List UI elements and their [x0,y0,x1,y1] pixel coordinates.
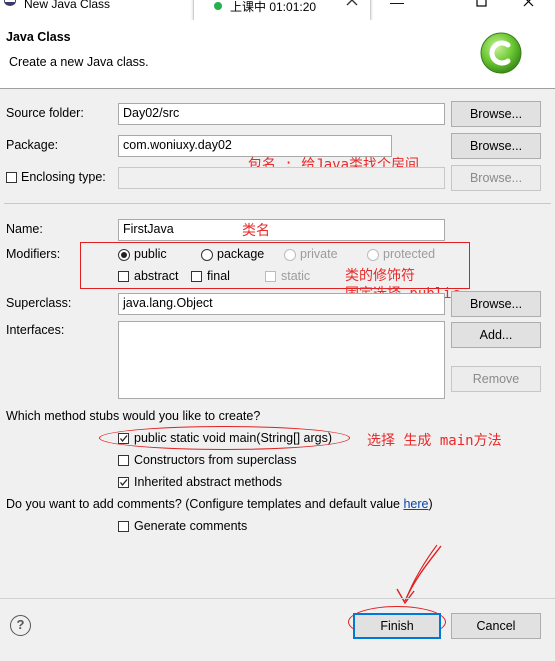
finish-button[interactable]: Finish [353,613,441,639]
checkmark-icon [119,479,128,487]
remove-interface-button: Remove [451,366,541,392]
modifiers-annotation-line1: 类的修饰符 [345,268,415,284]
superclass-field[interactable]: java.lang.Object [118,293,445,315]
superclass-label: Superclass: [6,296,72,310]
superclass-browse-button[interactable]: Browse... [451,291,541,317]
main-method-label: public static void main(String[] args) [134,431,332,445]
constructors-label: Constructors from superclass [134,453,297,467]
meeting-timer-text: 上课中 01:01:20 [230,0,317,14]
enclosing-type-browse-button: Browse... [451,165,541,191]
separator [4,203,551,204]
main-method-annotation: 选择 生成 main方法 [367,433,502,449]
source-folder-field[interactable]: Day02/src [118,103,445,125]
page-subtitle: Create a new Java class. [9,55,149,69]
public-radio[interactable] [118,249,130,261]
checkmark-icon [119,435,128,443]
inherited-methods-checkbox[interactable] [118,477,129,488]
help-icon[interactable]: ? [10,615,31,636]
comments-question-text: Do you want to add comments? (Configure … [6,497,404,511]
package-radio[interactable] [201,249,213,261]
private-radio [284,249,296,261]
constructors-checkbox[interactable] [118,455,129,466]
meeting-timer[interactable]: 上课中 01:01:20 [193,0,371,21]
comments-question-suffix: ) [428,497,433,511]
recording-dot-icon [214,2,222,10]
add-interface-button[interactable]: Add... [451,322,541,348]
configure-templates-link[interactable]: here [403,497,428,511]
footer-separator [0,598,555,599]
protected-radio [367,249,379,261]
generate-comments-checkbox[interactable] [118,521,129,532]
protected-label: protected [383,247,436,261]
interfaces-list[interactable] [118,321,445,399]
private-label: private [300,247,338,261]
close-icon[interactable] [523,0,534,7]
source-folder-label: Source folder: [6,106,84,120]
public-label: public [134,247,167,261]
minimize-icon[interactable]: — [390,0,404,10]
modifiers-label: Modifiers: [6,247,61,261]
chevron-up-icon[interactable] [345,0,359,8]
cancel-button[interactable]: Cancel [451,613,541,639]
comments-question: Do you want to add comments? (Configure … [6,497,433,511]
generate-comments-label: Generate comments [134,519,248,533]
window-title: New Java Class [24,0,111,11]
name-annotation: 类名 [242,223,270,239]
page-title: Java Class [6,30,71,44]
abstract-label: abstract [134,269,179,283]
enclosing-type-checkbox[interactable] [6,172,17,183]
final-checkbox[interactable] [191,271,202,282]
enclosing-type-field [118,167,445,189]
method-stubs-question: Which method stubs would you like to cre… [6,409,261,423]
source-folder-browse-button[interactable]: Browse... [451,101,541,127]
package-browse-button[interactable]: Browse... [451,133,541,159]
name-label: Name: [6,222,43,236]
interfaces-label: Interfaces: [6,323,65,337]
package-label: Package: [6,138,59,152]
final-label: final [207,269,230,283]
package-modifier-label: package [217,247,265,261]
title-bar: New Java Class 上课中 01:01:20 — [0,0,555,21]
static-checkbox [265,271,276,282]
main-method-checkbox[interactable] [118,433,129,444]
class-name-field[interactable]: FirstJava [118,219,445,241]
java-class-logo-icon [480,32,522,74]
inherited-methods-label: Inherited abstract methods [134,475,282,489]
abstract-checkbox[interactable] [118,271,129,282]
maximize-icon[interactable] [476,0,487,7]
static-label: static [281,269,311,283]
eclipse-window-icon [4,0,16,6]
wizard-header: Java Class Create a new Java class. [0,20,555,89]
enclosing-type-label: Enclosing type: [21,170,106,184]
